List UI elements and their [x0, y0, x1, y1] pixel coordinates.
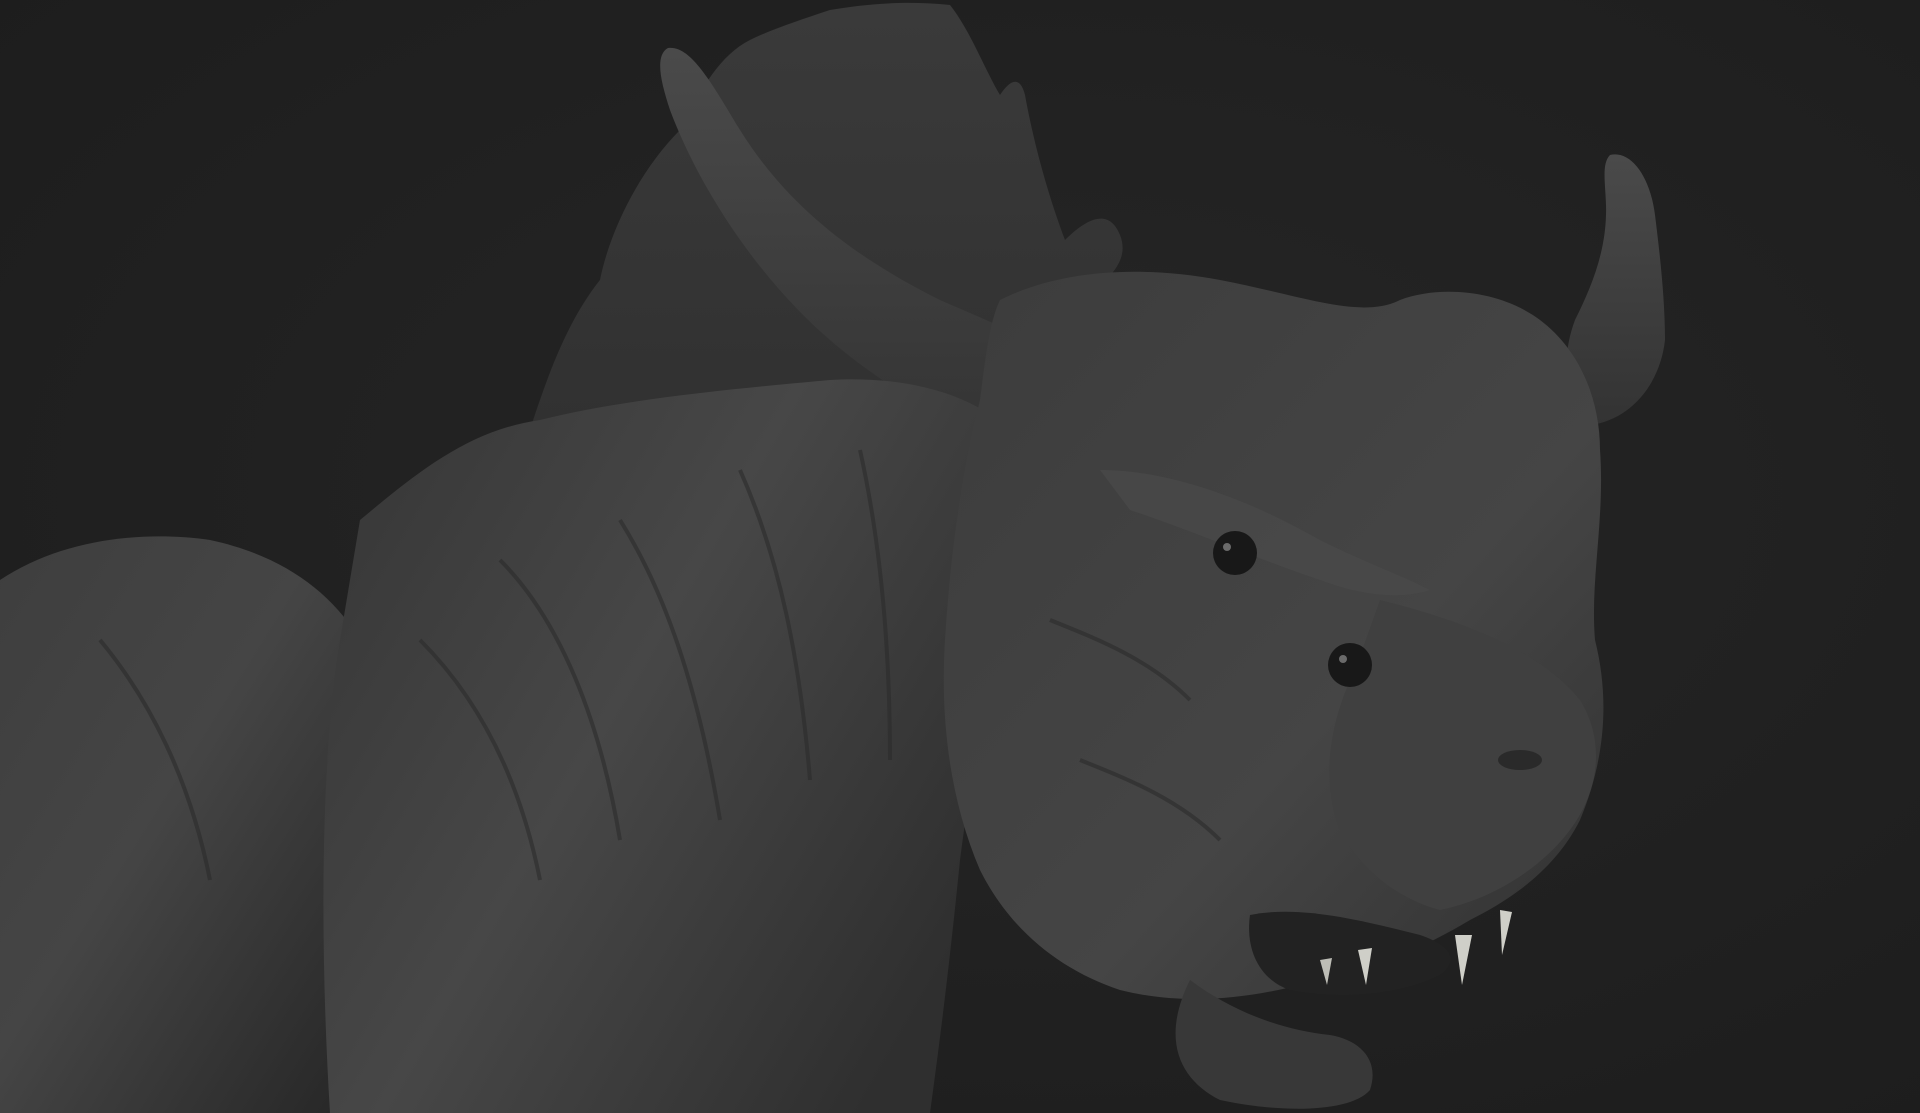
creature-eye-left — [1213, 531, 1257, 575]
creature-sculpt-render — [0, 0, 1920, 1113]
creature-eye-right-glint — [1339, 655, 1347, 663]
creature-eye-right — [1328, 643, 1372, 687]
creature-neck — [323, 379, 1030, 1113]
creature-head — [943, 271, 1604, 1000]
sculpt-viewport — [0, 0, 1920, 1113]
creature-back — [0, 536, 360, 1113]
creature-nostril — [1498, 750, 1542, 770]
creature-eye-left-glint — [1223, 543, 1231, 551]
